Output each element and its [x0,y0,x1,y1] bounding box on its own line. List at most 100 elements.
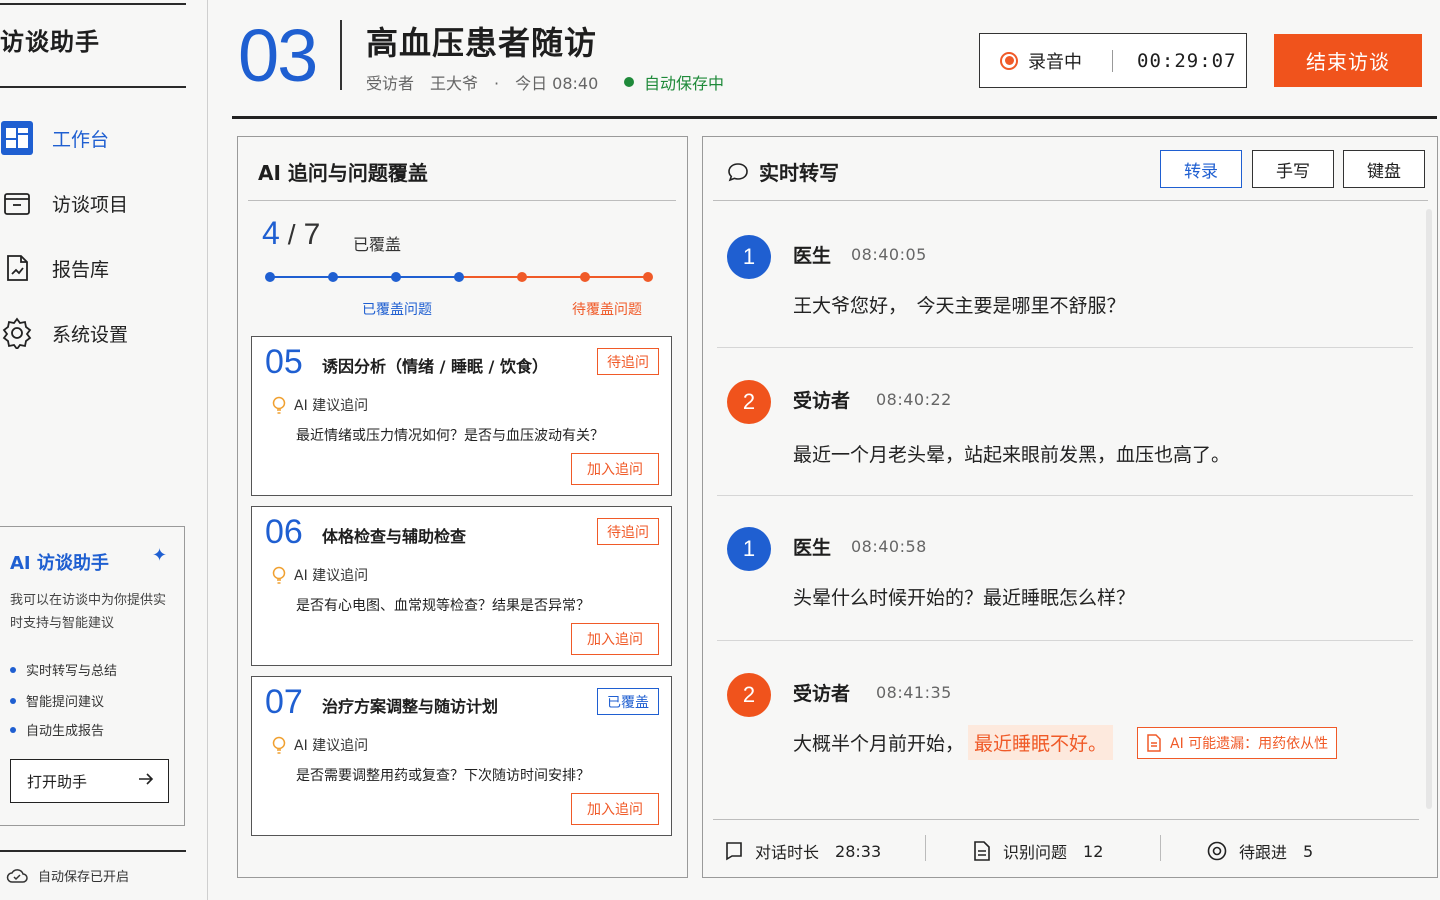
sidebar-item-label: 报告库 [52,258,110,281]
ai-suggestion-label: AI 建议追问 [272,735,368,755]
message-text: 大概半个月前开始， 最近睡眠不好。 AI 可能遗漏：用药依从性 [793,725,1338,760]
transcript-scrollbar[interactable] [1426,209,1432,809]
ai-suggestion-text: 是否有心电图、血常规等检查？结果是否异常？ [296,598,590,614]
chat-bubble-icon [726,842,742,861]
autosave-label: 自动保存已开启 [38,870,130,885]
folder-icon [0,186,34,220]
sidebar-item-settings[interactable]: 系统设置 [0,311,186,355]
stat-issues: 识别问题 12 [973,839,1103,863]
question-title: 诱因分析（情绪 / 睡眠 / 饮食） [322,357,548,376]
open-assistant-button[interactable]: 打开助手 [10,759,169,803]
legend-covered: 已覆盖问题 [362,302,432,318]
coverage-label: 已覆盖 [353,235,402,254]
progress-node-covered [328,272,338,282]
autosave-text: 自动保存中 [644,74,725,93]
record-icon [1000,51,1018,70]
interview-number: 03 [238,14,318,97]
progress-node-pending [517,272,527,282]
mode-transcribe-button[interactable]: 转录 [1160,150,1242,188]
question-card: 07 治疗方案调整与随访计划 已覆盖 AI 建议追问 是否需要调整用药或复查？下… [251,676,672,836]
stat-duration: 对话时长 28:33 [725,839,881,863]
mode-keyboard-button[interactable]: 键盘 [1343,150,1425,188]
speaker-avatar: 2 [727,673,771,717]
add-followup-button[interactable]: 加入追问 [571,793,659,825]
speaker-name: 医生 [793,537,832,559]
question-number: 07 [265,683,303,721]
message-time: 08:40:05 [851,245,927,264]
highlighted-phrase: 最近睡眠不好。 [968,725,1114,760]
question-title: 体格检查与辅助检查 [322,527,467,546]
end-interview-button[interactable]: 结束访谈 [1274,34,1422,87]
status-badge: 已覆盖 [597,688,659,715]
autosave-indicator: 自动保存中 [624,70,724,94]
ai-suggestion-label: AI 建议追问 [272,395,368,415]
ai-assistant-card: AI 访谈助手 ✦ 我可以在访谈中为你提供实时支持与智能建议 实时转写与总结 智… [0,526,185,826]
question-card: 05 诱因分析（情绪 / 睡眠 / 饮食） 待追问 AI 建议追问 最近情绪或压… [251,336,672,496]
message-text: 王大爷您好， 今天主要是哪里不舒服？ [793,295,1126,317]
coverage-count: 4/7 [262,215,321,251]
question-title: 治疗方案调整与随访计划 [322,697,499,716]
status-badge: 待追问 [597,348,659,375]
status-dot-icon [624,77,634,87]
lightbulb-icon [272,566,286,584]
recording-status: 录音中 00:29:07 [979,33,1247,88]
speaker-avatar: 1 [727,527,771,571]
document-icon [974,841,990,861]
speaker-avatar: 2 [727,380,771,424]
sidebar-item-reports[interactable]: 报告库 [0,246,186,290]
target-icon [1207,841,1227,861]
sidebar-item-projects[interactable]: 访谈项目 [0,181,186,225]
arrow-right-icon [138,772,154,790]
speaker-name: 医生 [793,245,832,267]
speaker-avatar: 1 [727,235,771,279]
recording-timer: 00:29:07 [1137,49,1237,72]
cloud-icon [6,868,28,884]
message-text: 最近一个月老头晕，站起来眼前发黑，血压也高了。 [793,444,1231,466]
sidebar-bottom-rule [0,850,186,852]
assistant-description: 我可以在访谈中为你提供实时支持与智能建议 [10,593,167,631]
lightbulb-icon [272,736,286,754]
message-time: 08:41:35 [876,683,952,702]
sidebar-top-rule [0,3,186,5]
progress-node-covered [454,272,464,282]
stat-followup: 待跟进 5 [1207,839,1313,863]
assistant-feature: 自动生成报告 [10,720,104,739]
sidebar-item-label: 访谈项目 [52,193,129,216]
sparkle-icon: ✦ [152,545,168,566]
ai-suggestion-text: 是否需要调整用药或复查？下次随访时间安排？ [296,768,590,784]
transcript-panel: 实时转写 转录 手写 键盘 1 医生 08:40:05 王大爷您好， 今天主要是… [702,136,1438,878]
mode-handwrite-button[interactable]: 手写 [1252,150,1334,188]
coverage-title: AI 追问与问题覆盖 [258,161,428,185]
document-icon [1147,733,1161,752]
coverage-panel: AI 追问与问题覆盖 4/7 已覆盖 已覆盖问题 待覆盖问题 05 诱因分析（情… [237,136,688,878]
ai-missing-flag[interactable]: AI 可能遗漏：用药依从性 [1137,726,1338,759]
assistant-feature: 实时转写与总结 [10,660,117,679]
sidebar-item-label: 工作台 [52,128,110,151]
legend-pending: 待覆盖问题 [572,302,642,318]
assistant-feature: 智能提问建议 [10,691,104,710]
progress-node-covered [265,272,275,282]
autosave-status: 自动保存已开启 [6,866,129,885]
dashboard-icon [0,121,34,155]
progress-node-pending [643,272,653,282]
add-followup-button[interactable]: 加入追问 [571,623,659,655]
question-number: 06 [265,513,303,551]
ai-suggestion-text: 最近情绪或压力情况如何？是否与血压波动有关？ [296,428,604,444]
recording-label: 录音中 [1028,51,1082,73]
gear-icon [0,316,34,350]
header-divider [340,20,342,90]
open-assistant-label: 打开助手 [27,772,88,791]
progress-node-covered [391,272,401,282]
assistant-title: AI 访谈助手 [10,553,109,574]
speaker-name: 受访者 [793,683,851,705]
lightbulb-icon [272,396,286,414]
add-followup-button[interactable]: 加入追问 [571,453,659,485]
question-card: 06 体格检查与辅助检查 待追问 AI 建议追问 是否有心电图、血常规等检查？结… [251,506,672,666]
report-icon [0,251,34,285]
page-title: 高血压患者随访 [366,24,598,62]
message-time: 08:40:22 [876,390,952,409]
message-time: 08:40:58 [851,537,927,556]
sidebar-item-dashboard[interactable]: 工作台 [0,116,186,160]
progress-node-pending [580,272,590,282]
header-rule [232,116,1437,119]
